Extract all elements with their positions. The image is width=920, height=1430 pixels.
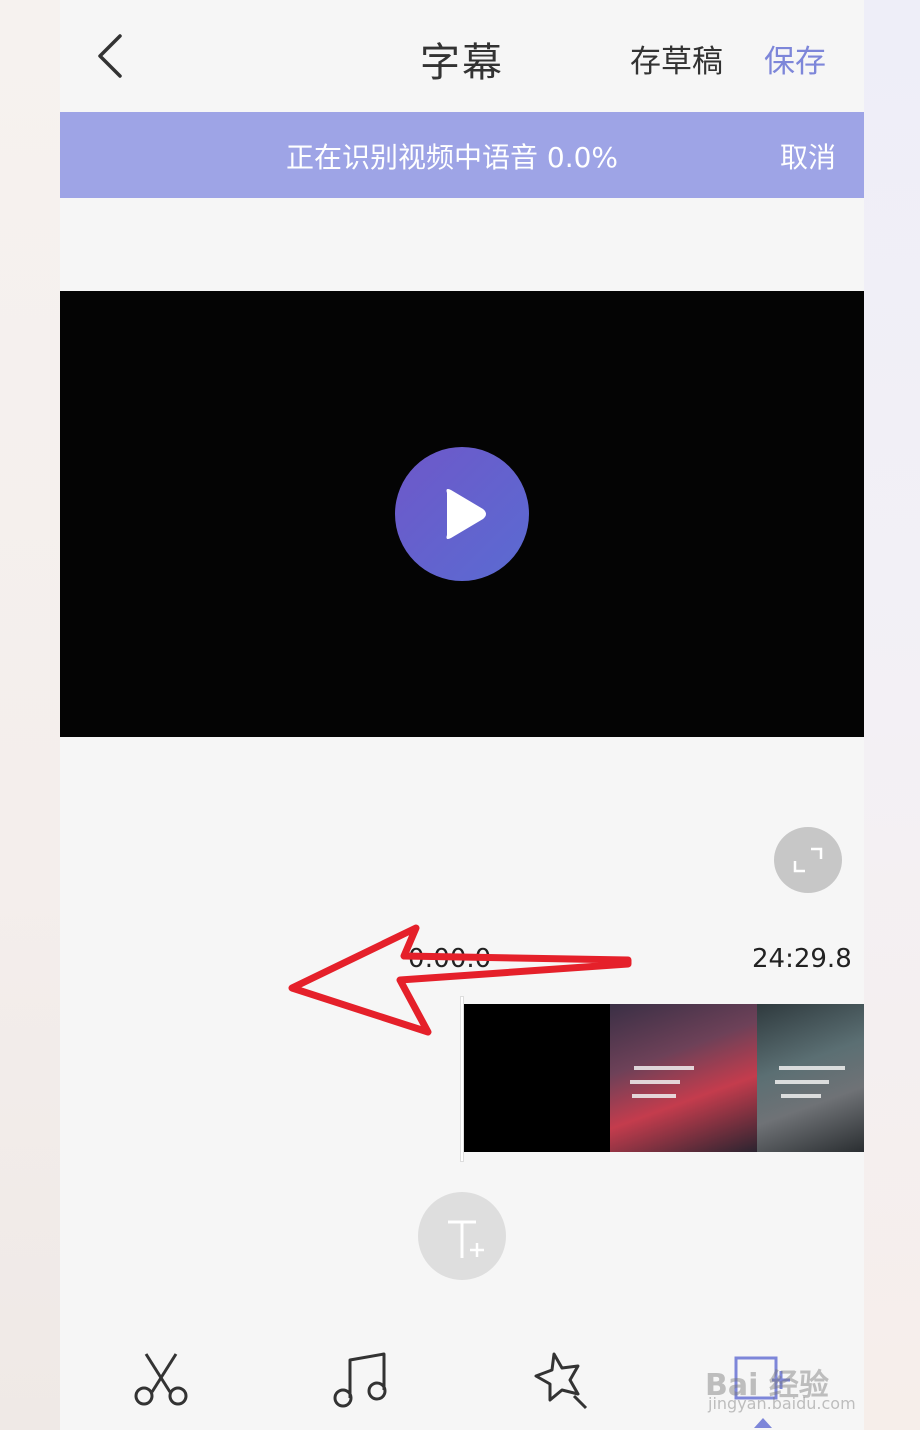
background-left bbox=[0, 0, 60, 1430]
timeline-frame bbox=[464, 1004, 610, 1152]
scissors-icon bbox=[134, 1353, 188, 1406]
timeline-end-time: 24:29.8 bbox=[752, 944, 852, 974]
frame-subtitle-text bbox=[634, 1066, 694, 1070]
frame-subtitle-text bbox=[779, 1066, 845, 1070]
speech-recognition-banner: 正在识别视频中语音 0.0% 取消 bbox=[60, 112, 864, 198]
bottom-toolbar: Bai 经验 jingyan.baidu.com bbox=[60, 1330, 864, 1430]
watermark-url: jingyan.baidu.com bbox=[708, 1394, 856, 1413]
cancel-button[interactable]: 取消 bbox=[780, 136, 836, 176]
save-draft-button[interactable]: 存草稿 bbox=[630, 36, 723, 81]
app-screen: 字幕 存草稿 保存 正在识别视频中语音 0.0% 取消 0:00.0 24:29… bbox=[60, 0, 864, 1430]
frame-subtitle-text bbox=[632, 1094, 676, 1098]
save-button[interactable]: 保存 bbox=[764, 36, 826, 81]
tab-effects[interactable] bbox=[528, 1344, 598, 1414]
timeline-playhead[interactable] bbox=[460, 996, 464, 1162]
add-text-icon bbox=[448, 1220, 484, 1258]
tab-music[interactable] bbox=[326, 1344, 396, 1414]
timeline-frame bbox=[610, 1004, 757, 1152]
tab-trim[interactable] bbox=[126, 1344, 196, 1414]
frame-subtitle-text bbox=[775, 1080, 829, 1084]
expand-icon bbox=[793, 847, 823, 873]
timeline-frame bbox=[757, 1004, 864, 1152]
frame-subtitle-text bbox=[630, 1080, 680, 1084]
video-preview[interactable] bbox=[60, 291, 864, 737]
play-icon bbox=[446, 489, 486, 539]
recognition-progress-text: 正在识别视频中语音 0.0% bbox=[286, 141, 619, 174]
add-subtitle-button[interactable] bbox=[418, 1192, 506, 1280]
page-title: 字幕 bbox=[420, 40, 504, 86]
top-bar: 字幕 存草稿 保存 bbox=[60, 0, 864, 112]
music-note-icon bbox=[333, 1352, 387, 1408]
timeline-start-time: 0:00.0 bbox=[408, 944, 492, 974]
magic-wand-icon bbox=[534, 1352, 588, 1410]
video-timeline-track[interactable] bbox=[460, 1004, 864, 1152]
frame-subtitle-text bbox=[781, 1094, 821, 1098]
play-button[interactable] bbox=[395, 447, 529, 581]
fullscreen-button[interactable] bbox=[774, 827, 842, 893]
active-tab-indicator bbox=[754, 1418, 772, 1428]
background-right bbox=[864, 0, 920, 1430]
